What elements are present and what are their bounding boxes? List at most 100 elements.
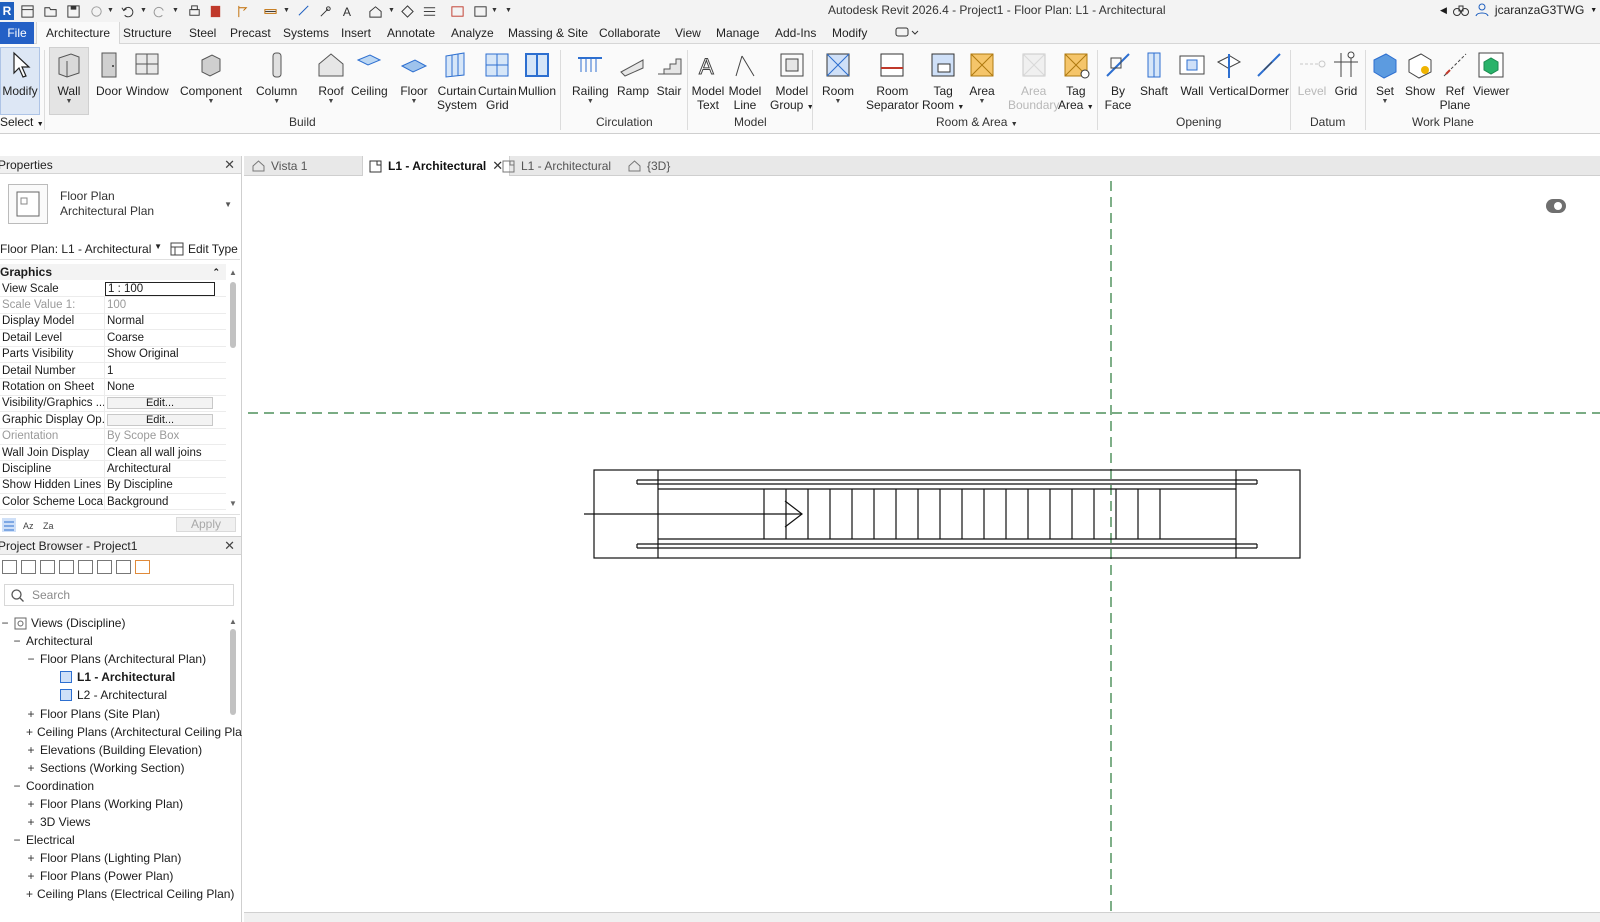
model-group-button[interactable]: Model Group ▼: [770, 48, 814, 115]
door-button[interactable]: Door: [92, 48, 126, 98]
collapse-icon[interactable]: ⌃: [212, 267, 220, 278]
section-icon[interactable]: [399, 3, 415, 19]
ramp-button[interactable]: Ramp: [616, 48, 650, 98]
tree-node-views[interactable]: − Views (Discipline): [0, 614, 228, 632]
browser-scrollbar[interactable]: ▲: [228, 617, 238, 917]
print-icon[interactable]: [186, 3, 202, 19]
tab-analyze[interactable]: Analyze: [451, 26, 494, 40]
close-icon[interactable]: ✕: [224, 157, 235, 173]
binoculars-icon[interactable]: [1452, 3, 1469, 17]
tag-icon[interactable]: [296, 3, 312, 19]
text-icon[interactable]: A: [339, 3, 355, 19]
prop-row-wall-join-display[interactable]: Wall Join Display Clean all wall joins: [0, 444, 226, 462]
roof-button[interactable]: Roof ▼: [314, 48, 348, 105]
modify-button[interactable]: Modify: [0, 47, 40, 115]
tab-systems[interactable]: Systems: [283, 26, 329, 40]
home-icon[interactable]: [19, 3, 35, 19]
user-icon[interactable]: [1475, 3, 1489, 17]
drawing-area[interactable]: [244, 177, 1600, 922]
view-tab-l1-architectural[interactable]: L1 - Architectural: [496, 156, 617, 176]
redo-icon[interactable]: [151, 3, 167, 19]
dormer-button[interactable]: Dormer: [1249, 48, 1289, 98]
tree-node-l1-architectural[interactable]: L1 - Architectural: [0, 668, 228, 686]
component-button[interactable]: Component ▼: [180, 48, 242, 105]
tree-node-electrical[interactable]: − Electrical: [0, 831, 228, 849]
tree-node-architectural[interactable]: − Architectural: [0, 632, 228, 650]
tab-add-ins[interactable]: Add-Ins: [775, 26, 816, 40]
floor-button[interactable]: Floor ▼: [397, 48, 431, 105]
type-selector[interactable]: Floor Plan Architectural Plan ▼: [0, 176, 240, 232]
tab-steel[interactable]: Steel: [189, 26, 216, 40]
room-area-panel-label[interactable]: Room & Area ▼: [936, 115, 1018, 129]
prop-row-discipline[interactable]: Discipline Architectural: [0, 461, 226, 478]
switch-windows-dropdown-icon[interactable]: ▼: [491, 7, 498, 14]
wall-button[interactable]: Wall ▼: [49, 47, 89, 115]
select-dropdown[interactable]: Select ▼: [0, 115, 44, 129]
redo-dropdown-icon[interactable]: ▼: [172, 7, 179, 14]
prop-row-rotation-on-sheet[interactable]: Rotation on Sheet None: [0, 379, 226, 396]
toggle-switch[interactable]: [1546, 199, 1566, 213]
tag-area-button[interactable]: Tag Area ▼: [1058, 48, 1094, 115]
sync-dropdown-icon[interactable]: ▼: [107, 7, 114, 14]
undo-dropdown-icon[interactable]: ▼: [140, 7, 147, 14]
model-text-button[interactable]: A Model Text: [691, 48, 725, 113]
type-dropdown-icon[interactable]: ▼: [224, 200, 232, 209]
stair-button[interactable]: Stair: [652, 48, 686, 98]
revit-logo-icon[interactable]: R: [0, 2, 14, 20]
browser-views-icon[interactable]: [2, 560, 17, 574]
tree-node-elevations[interactable]: + Elevations (Building Elevation): [0, 741, 228, 759]
tree-node-sections[interactable]: + Sections (Working Section): [0, 759, 228, 777]
tab-file[interactable]: File: [0, 22, 34, 44]
browser-revit-links-icon[interactable]: [116, 560, 131, 574]
print-pdf-icon[interactable]: [207, 3, 223, 19]
browser-legends-icon[interactable]: [59, 560, 74, 574]
graphics-section-header[interactable]: Graphics ⌃: [0, 264, 226, 280]
vertical-opening-button[interactable]: Vertical: [1209, 48, 1248, 98]
shaft-button[interactable]: Shaft: [1137, 48, 1171, 98]
tag-room-button[interactable]: Tag Room ▼: [922, 48, 964, 115]
grid-button[interactable]: Grid: [1329, 48, 1363, 98]
sort-descending-icon[interactable]: Za: [42, 518, 56, 532]
thin-lines-icon[interactable]: [421, 3, 437, 19]
detail-line-icon[interactable]: [317, 3, 333, 19]
column-button[interactable]: Column ▼: [256, 48, 297, 105]
prop-row-view-scale[interactable]: View Scale 1 : 100: [0, 281, 226, 298]
tab-insert[interactable]: Insert: [341, 26, 371, 40]
show-work-plane-button[interactable]: Show: [1403, 48, 1437, 98]
prop-row-detail-number[interactable]: Detail Number 1: [0, 362, 226, 380]
railing-button[interactable]: Railing ▼: [572, 48, 609, 105]
mullion-button[interactable]: Mullion: [518, 48, 556, 98]
tree-node-floor-plans-lighting[interactable]: + Floor Plans (Lighting Plan): [0, 849, 228, 867]
prop-row-detail-level[interactable]: Detail Level Coarse: [0, 330, 226, 347]
prop-row-show-hidden-lines[interactable]: Show Hidden Lines By Discipline: [0, 477, 226, 495]
sync-icon[interactable]: [88, 3, 104, 19]
instance-selector[interactable]: Floor Plan: L1 - Architectural ▼: [0, 242, 166, 256]
tree-node-floor-plans-power[interactable]: + Floor Plans (Power Plan): [0, 867, 228, 885]
wall-opening-button[interactable]: Wall: [1175, 48, 1209, 98]
room-separator-button[interactable]: Room Separator: [866, 48, 919, 112]
prop-row-color-scheme-location[interactable]: Color Scheme Loca... Background: [0, 494, 226, 511]
tree-node-floor-plans-architectural[interactable]: − Floor Plans (Architectural Plan): [0, 650, 228, 668]
edit-type-button[interactable]: Edit Type: [170, 242, 238, 256]
browser-families-icon[interactable]: [78, 560, 93, 574]
view-scale-input[interactable]: 1 : 100: [105, 281, 215, 296]
tree-node-3d-views[interactable]: +3D Views: [0, 813, 228, 831]
tab-collaborate[interactable]: Collaborate: [599, 26, 660, 40]
browser-schedules-icon[interactable]: [40, 560, 55, 574]
view-tab-3d[interactable]: {3D}: [622, 156, 676, 176]
tab-precast[interactable]: Precast: [230, 26, 271, 40]
tree-node-ceiling-plans-electrical[interactable]: + Ceiling Plans (Electrical Ceiling Plan): [0, 885, 234, 903]
tab-annotate[interactable]: Annotate: [387, 26, 435, 40]
browser-sheets-icon[interactable]: [21, 560, 36, 574]
view-tab-vista-1[interactable]: Vista 1: [246, 156, 313, 176]
open-icon[interactable]: [42, 3, 58, 19]
tab-architecture[interactable]: Architecture: [36, 22, 121, 45]
room-button[interactable]: Room ▼: [821, 48, 855, 105]
user-dropdown-icon[interactable]: ▼: [1590, 7, 1597, 14]
customize-qat-dropdown-icon[interactable]: ▼: [505, 7, 512, 14]
visibility-graphics-edit-button[interactable]: Edit...: [107, 397, 213, 410]
measure-icon[interactable]: [235, 3, 251, 19]
tab-structure[interactable]: Structure: [123, 26, 172, 40]
by-face-button[interactable]: By Face: [1101, 48, 1135, 112]
tab-massing-site[interactable]: Massing & Site: [508, 26, 588, 40]
